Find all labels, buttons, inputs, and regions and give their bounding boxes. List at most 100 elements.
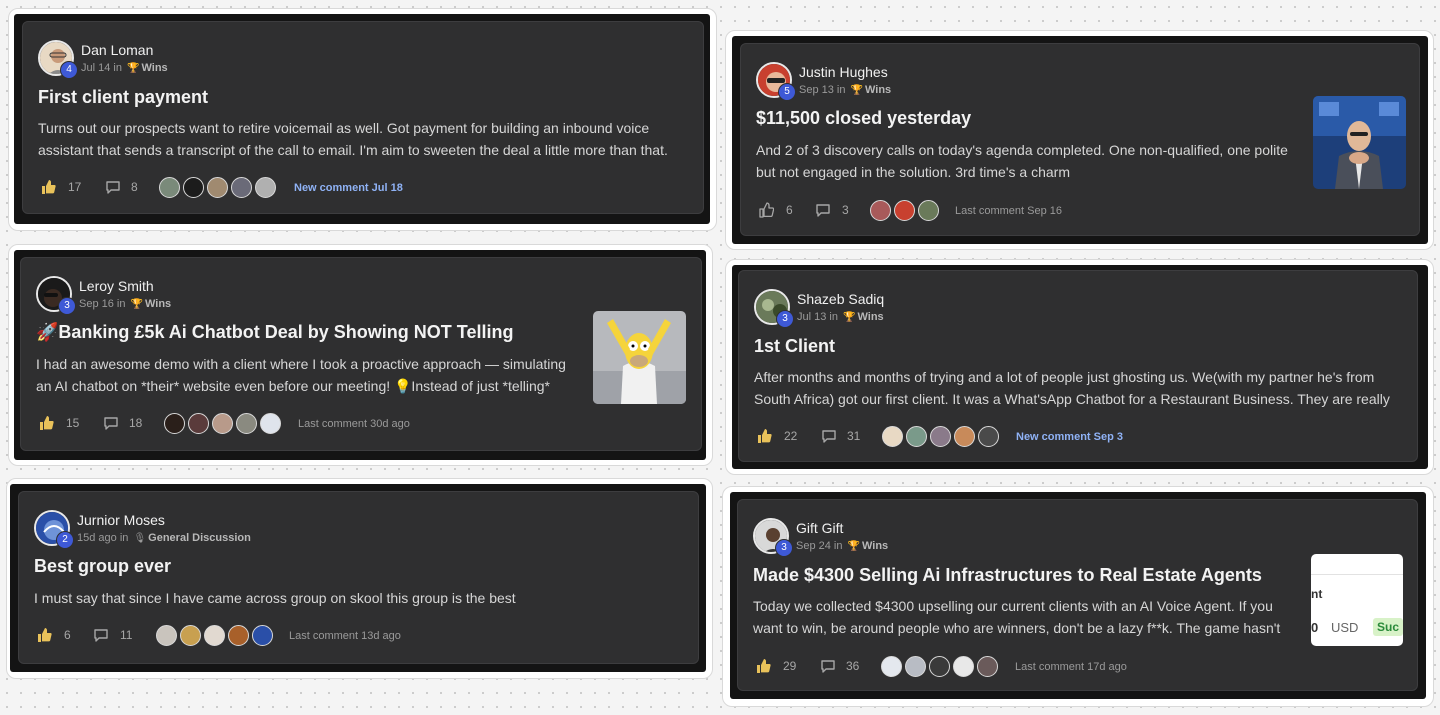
post-title[interactable]: 1st Client [754,336,835,357]
author-avatar[interactable]: 3 [754,289,794,328]
commenter-avatar[interactable] [894,200,915,221]
post-title[interactable]: 🚀Banking £5k Ai Chatbot Deal by Showing … [36,322,513,343]
commenter-avatar[interactable] [236,413,257,434]
comment-status[interactable]: New comment Jul 18 [294,182,403,194]
comment-bubble-icon[interactable] [103,415,119,431]
post-meta: Sep 13 in 🏆 Wins [799,84,891,96]
commenter-avatar[interactable] [906,426,927,447]
author-name[interactable]: Dan Loman [81,42,153,58]
like-count: 29 [783,659,797,673]
comment-count: 18 [129,416,143,430]
post-title[interactable]: Made $4300 Selling Ai Infrastructures to… [753,565,1262,586]
level-badge: 3 [58,297,76,315]
post-card[interactable]: 3 Gift Gift Sep 24 in 🏆 Wins Made $4300 S… [737,499,1418,691]
commenter-avatar[interactable] [159,177,180,198]
commenter-avatar[interactable] [930,426,951,447]
post-category[interactable]: Wins [858,311,884,323]
comment-count: 31 [847,429,861,443]
post-thumbnail[interactable] [1313,96,1406,189]
post-meta: Jul 14 in 🏆 Wins [81,62,168,74]
commenter-avatars [881,656,1001,678]
post-category[interactable]: Wins [142,62,168,74]
comment-count: 8 [131,180,138,194]
post-thumbnail[interactable] [593,311,686,404]
trophy-icon: 🏆 [847,541,860,552]
comment-status[interactable]: Last comment 13d ago [289,630,401,642]
post-card[interactable]: 4 Dan Loman Jul 14 in 🏆 Wins First client… [22,21,704,214]
post-body: I must say that since I have came across… [34,590,516,606]
thumbs-up-icon[interactable] [756,428,772,444]
commenter-avatar[interactable] [156,625,177,646]
post-card[interactable]: 5 Justin Hughes Sep 13 in 🏆 Wins $11,500 … [740,43,1420,236]
commenter-avatar[interactable] [905,656,926,677]
commenter-avatar[interactable] [228,625,249,646]
post-card[interactable]: 3 Leroy Smith Sep 16 in 🏆 Wins 🚀Banking £… [20,257,702,451]
comment-status[interactable]: Last comment 17d ago [1015,661,1127,673]
post-footer: 15 18 Last comment 30d ago [36,413,576,435]
comment-status[interactable]: Last comment 30d ago [298,418,410,430]
author-avatar[interactable]: 2 [34,510,74,549]
commenter-avatar[interactable] [231,177,252,198]
commenter-avatar[interactable] [953,656,974,677]
post-title[interactable]: First client payment [38,87,208,108]
comment-status[interactable]: New comment Sep 3 [1016,431,1123,443]
author-name[interactable]: Jurnior Moses [77,512,165,528]
commenter-avatar[interactable] [954,426,975,447]
commenter-avatar[interactable] [212,413,233,434]
author-name[interactable]: Gift Gift [796,520,843,536]
commenter-avatars [870,200,942,222]
commenter-avatar[interactable] [978,426,999,447]
commenter-avatar[interactable] [870,200,891,221]
post-thumbnail[interactable]: nt 0 USD Suc [1311,554,1403,646]
thumbs-up-icon[interactable] [758,202,774,218]
like-count: 6 [786,203,793,217]
post-footer: 6 3 Last comment Sep 16 [756,200,1296,222]
thumbs-up-icon[interactable] [40,179,56,195]
post-footer: 22 31 New comment Sep 3 [754,426,1354,448]
author-name[interactable]: Shazeb Sadiq [797,291,884,307]
post-meta: Sep 24 in 🏆 Wins [796,540,888,552]
commenter-avatar[interactable] [882,426,903,447]
thumbs-up-icon[interactable] [36,627,52,643]
author-avatar[interactable]: 5 [756,62,796,101]
commenter-avatar[interactable] [207,177,228,198]
commenter-avatar[interactable] [252,625,273,646]
post-card[interactable]: 3 Shazeb Sadiq Jul 13 in 🏆 Wins 1st Clien… [738,270,1418,462]
post-category[interactable]: Wins [862,540,888,552]
post-body: Today we collected $4300 upselling our c… [753,598,1281,636]
commenter-avatar[interactable] [255,177,276,198]
comment-bubble-icon[interactable] [815,202,831,218]
thumbs-up-icon[interactable] [755,658,771,674]
post-title[interactable]: Best group ever [34,556,171,577]
comment-bubble-icon[interactable] [93,627,109,643]
commenter-avatar[interactable] [204,625,225,646]
comment-bubble-icon[interactable] [820,658,836,674]
thumbs-up-icon[interactable] [38,415,54,431]
post-body: Turns out our prospects want to retire v… [38,120,668,158]
commenter-avatar[interactable] [918,200,939,221]
post-card[interactable]: 2 Jurnior Moses 15d ago in 🎙 General Disc… [18,491,699,664]
commenter-avatar[interactable] [260,413,281,434]
commenter-avatar[interactable] [180,625,201,646]
comment-bubble-icon[interactable] [105,179,121,195]
commenter-avatar[interactable] [881,656,902,677]
post-category[interactable]: Wins [865,84,891,96]
author-avatar[interactable]: 4 [38,40,78,79]
author-avatar[interactable]: 3 [753,518,793,557]
commenter-avatar[interactable] [977,656,998,677]
comment-bubble-icon[interactable] [821,428,837,444]
commenter-avatar[interactable] [188,413,209,434]
comment-status[interactable]: Last comment Sep 16 [955,205,1062,217]
post-category[interactable]: General Discussion [148,532,251,544]
author-name[interactable]: Leroy Smith [79,278,154,294]
thumbnail-status-pill: Suc [1373,618,1403,636]
author-name[interactable]: Justin Hughes [799,64,888,80]
commenter-avatar[interactable] [929,656,950,677]
commenter-avatar[interactable] [164,413,185,434]
commenter-avatar[interactable] [183,177,204,198]
post-category[interactable]: Wins [145,298,171,310]
post-meta: Jul 13 in 🏆 Wins [797,311,884,323]
post-title[interactable]: $11,500 closed yesterday [756,108,971,129]
comment-count: 3 [842,203,849,217]
author-avatar[interactable]: 3 [36,276,76,315]
